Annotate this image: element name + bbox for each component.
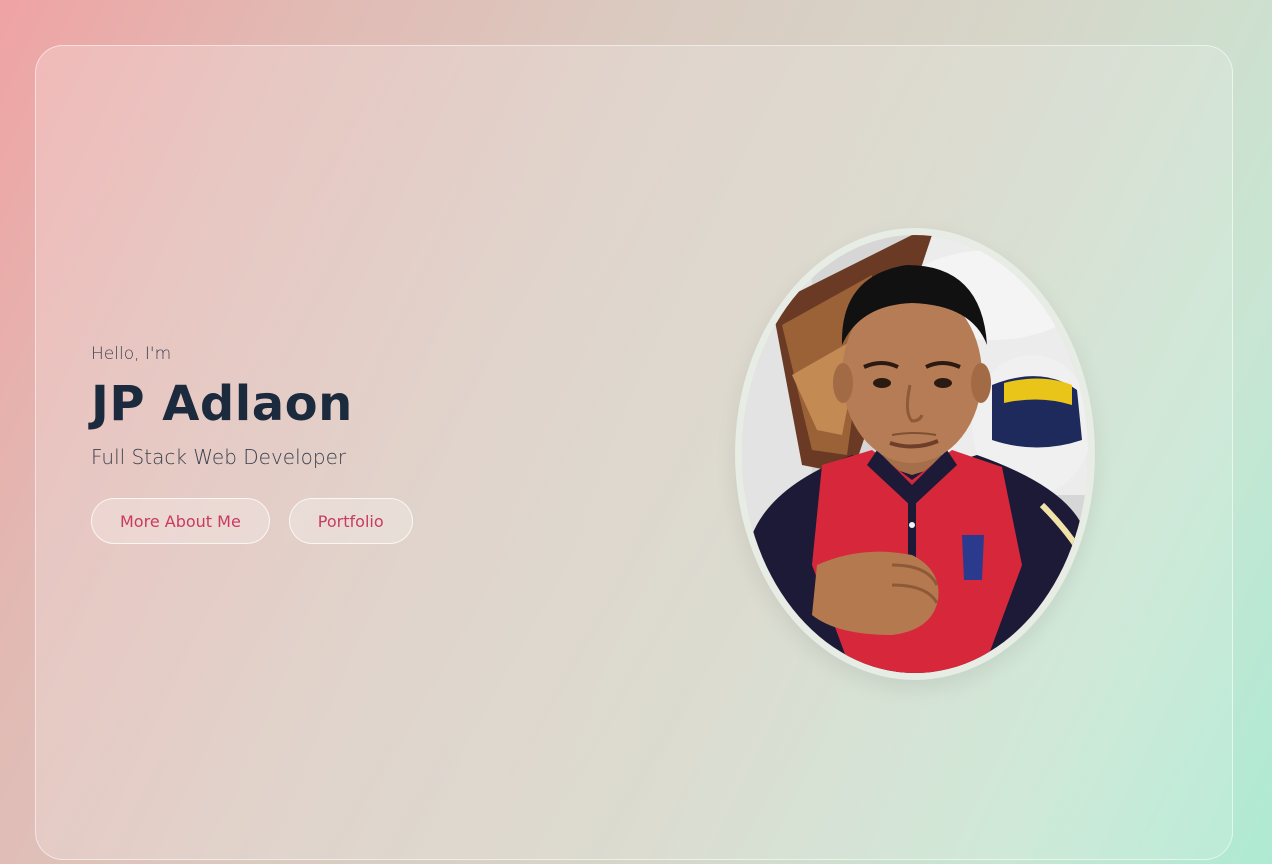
portfolio-button[interactable]: Portfolio <box>288 498 413 544</box>
hero-intro: Hello, I'm JP Adlaon Full Stack Web Deve… <box>91 342 413 544</box>
hero-name: JP Adlaon <box>91 376 353 432</box>
greeting-text: Hello, I'm <box>91 344 172 364</box>
profile-photo <box>742 235 1088 673</box>
hero-card: Hello, I'm JP Adlaon Full Stack Web Deve… <box>35 45 1233 860</box>
hero-role: Full Stack Web Developer <box>91 445 347 469</box>
more-about-me-button[interactable]: More About Me <box>91 498 270 544</box>
hero-buttons: More About Me Portfolio <box>91 498 413 544</box>
profile-photo-image <box>742 235 1088 673</box>
profile-photo-frame <box>735 228 1095 680</box>
